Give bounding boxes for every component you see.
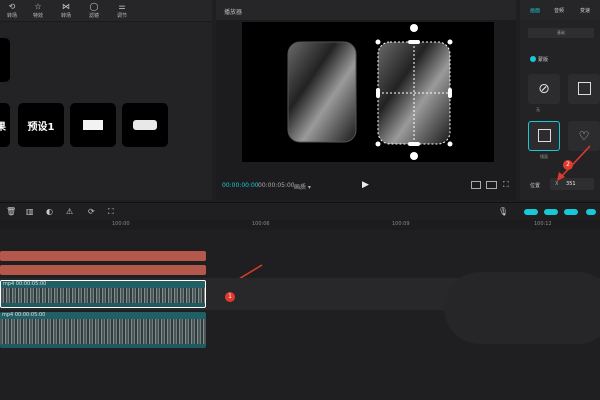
freeze-icon[interactable]: ▥ (26, 207, 34, 216)
ruler-tick: 100:12 (534, 221, 552, 227)
annotation-arrow (559, 145, 591, 179)
mic-icon[interactable]: 🎙 (498, 207, 508, 216)
clip-title: mp4 00:00:05:00 (0, 312, 206, 319)
video-clip[interactable]: mp4 00:00:05:00 (0, 312, 206, 348)
ruler-tick: 100:06 (252, 221, 270, 227)
text-track-clip[interactable] (0, 265, 206, 275)
text-track-clip[interactable] (0, 251, 206, 261)
video-clip-selected[interactable]: mp4 00:00:05:00 (0, 280, 206, 308)
clip-thumbnails (0, 319, 206, 344)
timeline-ruler[interactable]: 100:00 100:06 100:09 100:12 (0, 220, 600, 230)
timeline-toolbar: 🗑 ▥ ◐ ⚠ ⟳ ⛶ 🎙 (0, 202, 600, 220)
ruler-tick: 100:00 (112, 221, 130, 227)
link-toggle[interactable] (524, 209, 538, 215)
zoom-toggle[interactable] (586, 209, 596, 215)
warning-icon[interactable]: ⚠ (66, 207, 73, 216)
preview-axis-toggle[interactable] (564, 209, 578, 215)
clip-thumbnails (1, 288, 205, 303)
delete-icon[interactable]: 🗑 (6, 207, 16, 216)
snap-toggle[interactable] (544, 209, 558, 215)
rotate-icon[interactable]: ⟳ (88, 207, 95, 216)
clip-title: mp4 00:00:05:00 (1, 281, 205, 288)
editor-window: ⟲ 转场 ☆ 特效 ⋈ 转场 ◯ 滤镜 ⚌ 调节 果 预设1 播放器 00:00… (0, 0, 600, 400)
reverse-icon[interactable]: ◐ (46, 207, 53, 216)
ruler-tick: 100:09 (392, 221, 410, 227)
crop-icon[interactable]: ⛶ (108, 207, 114, 217)
annotation-badge: 1 (225, 292, 235, 302)
track-shadow (444, 272, 600, 344)
